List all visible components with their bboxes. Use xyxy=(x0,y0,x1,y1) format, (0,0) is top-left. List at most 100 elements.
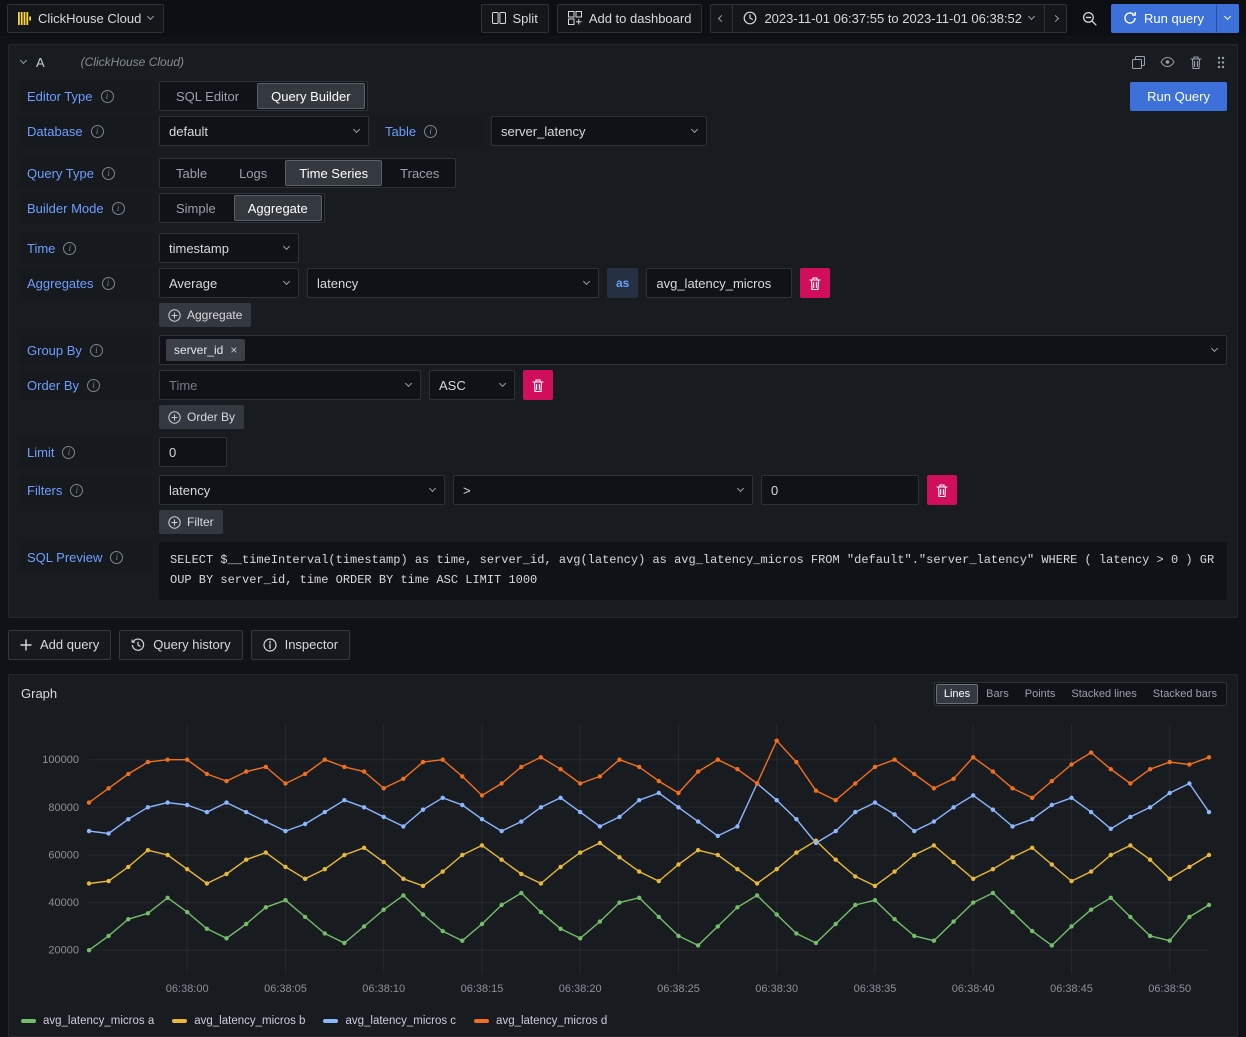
chevron-left-icon xyxy=(718,14,725,21)
graph-style-points[interactable]: Points xyxy=(1017,684,1064,704)
filter-field-select[interactable]: latency xyxy=(159,475,445,505)
info-icon[interactable] xyxy=(102,277,115,290)
builder-mode-option-aggregate[interactable]: Aggregate xyxy=(234,195,322,221)
limit-input[interactable] xyxy=(159,437,227,467)
query-type-option-time-series[interactable]: Time Series xyxy=(285,160,382,186)
info-icon[interactable] xyxy=(62,446,75,459)
graph-style-stacked-lines[interactable]: Stacked lines xyxy=(1063,684,1144,704)
inspector-button[interactable]: Inspector xyxy=(251,630,350,660)
legend-item[interactable]: avg_latency_micros c xyxy=(323,1015,456,1027)
group-by-select[interactable]: server_id xyxy=(159,335,1227,365)
remove-aggregate-button[interactable] xyxy=(800,268,830,298)
info-circle-icon xyxy=(263,638,277,652)
time-column-select[interactable]: timestamp xyxy=(159,233,299,263)
time-forward-button[interactable] xyxy=(1045,4,1067,33)
remove-query-button[interactable] xyxy=(1190,56,1202,69)
datasource-picker[interactable]: ClickHouse Cloud xyxy=(7,4,164,33)
trash-icon xyxy=(809,277,821,290)
aggregate-alias-input[interactable] xyxy=(646,268,792,298)
table-value: server_latency xyxy=(501,124,586,139)
remove-tag-icon[interactable] xyxy=(230,343,237,357)
grip-icon xyxy=(1217,56,1225,69)
zoom-out-button[interactable] xyxy=(1075,4,1103,32)
graph-style-lines[interactable]: Lines xyxy=(936,684,978,704)
run-query-editor-button[interactable]: Run Query xyxy=(1130,82,1227,111)
remove-order-by-button[interactable] xyxy=(523,370,553,400)
filter-operator-select[interactable]: > xyxy=(453,475,753,505)
time-range-button[interactable]: 2023-11-01 06:37:55 to 2023-11-01 06:38:… xyxy=(733,4,1045,33)
field-label-text: Aggregates xyxy=(27,276,94,291)
aggregate-column-value: latency xyxy=(317,276,358,291)
legend-swatch xyxy=(172,1019,187,1023)
builder-mode-option-simple[interactable]: Simple xyxy=(162,195,230,221)
graph-style-stacked-bars[interactable]: Stacked bars xyxy=(1145,684,1225,704)
info-icon[interactable] xyxy=(112,202,125,215)
order-by-field-select[interactable]: Time xyxy=(159,370,421,400)
eye-icon xyxy=(1160,57,1175,67)
chart-area[interactable]: 2000040000600008000010000006:38:0006:38:… xyxy=(9,708,1237,1013)
graph-style-toggle: Lines Bars Points Stacked lines Stacked … xyxy=(934,682,1227,706)
order-by-field-value: Time xyxy=(169,378,197,393)
legend-item[interactable]: avg_latency_micros b xyxy=(172,1015,305,1027)
info-icon[interactable] xyxy=(101,90,114,103)
toggle-visibility-button[interactable] xyxy=(1160,57,1175,67)
trash-icon xyxy=(936,484,948,497)
graph-panel-header: Graph Lines Bars Points Stacked lines St… xyxy=(9,675,1237,708)
editor-type-option-query-builder[interactable]: Query Builder xyxy=(257,83,364,109)
aggregate-function-select[interactable]: Average xyxy=(159,268,299,298)
chevron-down-icon xyxy=(1211,345,1218,352)
field-label-text: Builder Mode xyxy=(27,201,104,216)
add-aggregate-button[interactable]: Aggregate xyxy=(159,303,251,327)
time-column-value: timestamp xyxy=(169,241,229,256)
add-to-dashboard-button[interactable]: Add to dashboard xyxy=(557,4,703,33)
info-icon[interactable] xyxy=(91,125,104,138)
chevron-down-icon xyxy=(283,243,290,250)
info-icon[interactable] xyxy=(110,551,123,564)
query-editor-panel: A (ClickHouse Cloud) xyxy=(8,44,1238,618)
info-icon[interactable] xyxy=(87,379,100,392)
svg-text:06:38:45: 06:38:45 xyxy=(1050,983,1093,995)
graph-style-bars[interactable]: Bars xyxy=(978,684,1017,704)
info-icon[interactable] xyxy=(102,167,115,180)
chevron-down-icon xyxy=(429,485,436,492)
query-history-button[interactable]: Query history xyxy=(119,630,242,660)
field-label-editor-type: Editor Type xyxy=(19,81,151,111)
duplicate-query-button[interactable] xyxy=(1132,56,1145,69)
svg-text:80000: 80000 xyxy=(48,801,79,813)
run-query-button[interactable]: Run query xyxy=(1111,4,1216,33)
editor-type-option-sql-editor[interactable]: SQL Editor xyxy=(162,83,253,109)
split-label: Split xyxy=(513,11,538,26)
split-button[interactable]: Split xyxy=(481,4,549,33)
collapse-query-icon[interactable] xyxy=(20,57,27,64)
legend-item[interactable]: avg_latency_micros a xyxy=(21,1015,154,1027)
field-label-filters: Filters xyxy=(19,475,151,505)
info-icon[interactable] xyxy=(424,125,437,138)
field-label-text: Group By xyxy=(27,343,82,358)
info-icon[interactable] xyxy=(90,344,103,357)
database-select[interactable]: default xyxy=(159,116,369,146)
chevron-down-icon xyxy=(1224,13,1231,20)
info-icon[interactable] xyxy=(70,484,83,497)
table-select[interactable]: server_latency xyxy=(491,116,707,146)
explore-footer: Add query Query history Inspector xyxy=(8,630,1238,660)
order-by-direction-select[interactable]: ASC xyxy=(429,370,515,400)
legend-item[interactable]: avg_latency_micros d xyxy=(474,1015,607,1027)
inspector-label: Inspector xyxy=(285,637,338,652)
info-icon[interactable] xyxy=(63,242,76,255)
remove-filter-button[interactable] xyxy=(927,475,957,505)
query-type-option-logs[interactable]: Logs xyxy=(225,160,281,186)
run-query-dropdown-button[interactable] xyxy=(1216,4,1239,33)
add-order-by-button[interactable]: Order By xyxy=(159,405,244,429)
query-type-option-traces[interactable]: Traces xyxy=(386,160,453,186)
group-by-tag[interactable]: server_id xyxy=(166,339,245,361)
add-query-button[interactable]: Add query xyxy=(8,630,111,660)
add-filter-button[interactable]: Filter xyxy=(159,510,223,534)
query-type-option-table[interactable]: Table xyxy=(162,160,221,186)
query-ref-id[interactable]: A xyxy=(36,55,45,70)
time-back-button[interactable] xyxy=(710,4,733,33)
chart-legend: avg_latency_micros a avg_latency_micros b… xyxy=(9,1013,1237,1036)
filter-operator-value: > xyxy=(463,483,471,498)
drag-handle[interactable] xyxy=(1217,56,1225,69)
aggregate-column-select[interactable]: latency xyxy=(307,268,599,298)
filter-value-input[interactable] xyxy=(761,475,919,505)
